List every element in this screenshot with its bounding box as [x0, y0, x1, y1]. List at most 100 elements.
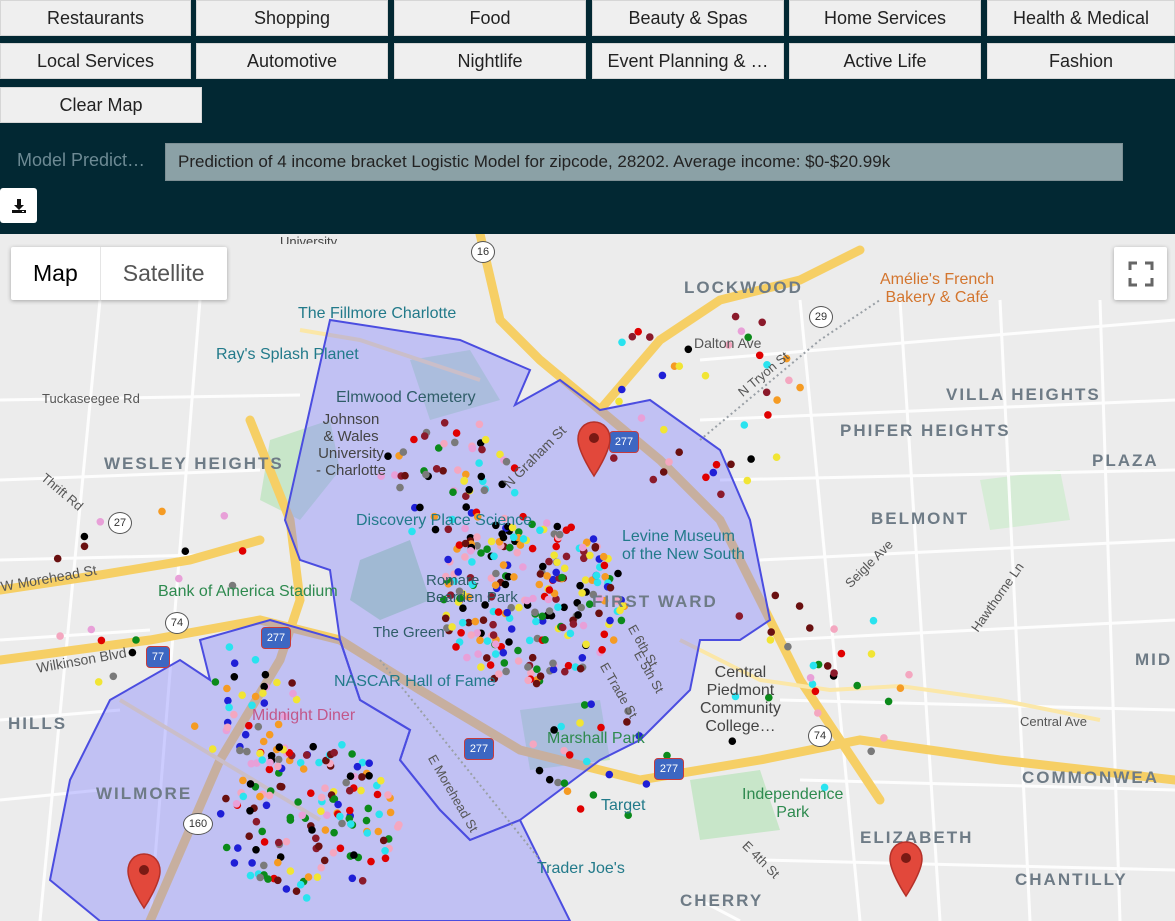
- business-point[interactable]: [543, 572, 551, 580]
- business-point[interactable]: [252, 817, 261, 826]
- business-point[interactable]: [302, 894, 311, 902]
- business-point[interactable]: [308, 826, 316, 834]
- business-point[interactable]: [727, 460, 735, 469]
- business-point[interactable]: [342, 778, 351, 787]
- business-point[interactable]: [251, 656, 260, 664]
- business-point[interactable]: [545, 586, 554, 594]
- business-point[interactable]: [80, 532, 89, 541]
- poi-target[interactable]: Target: [601, 797, 645, 815]
- business-point[interactable]: [740, 421, 749, 429]
- business-point[interactable]: [321, 784, 329, 792]
- business-point[interactable]: [468, 444, 477, 453]
- business-point[interactable]: [486, 661, 495, 669]
- business-point[interactable]: [282, 885, 291, 893]
- business-point[interactable]: [265, 765, 274, 774]
- business-point[interactable]: [536, 672, 545, 680]
- business-point[interactable]: [905, 670, 913, 679]
- business-point[interactable]: [578, 589, 586, 597]
- business-point[interactable]: [618, 338, 626, 347]
- business-point[interactable]: [362, 816, 371, 825]
- business-point[interactable]: [737, 327, 746, 336]
- business-point[interactable]: [315, 842, 323, 851]
- business-point[interactable]: [543, 519, 551, 527]
- business-point[interactable]: [538, 612, 547, 621]
- business-point[interactable]: [275, 743, 284, 751]
- business-point[interactable]: [175, 574, 183, 583]
- business-point[interactable]: [273, 678, 281, 687]
- business-point[interactable]: [545, 607, 554, 615]
- business-point[interactable]: [593, 578, 602, 587]
- business-point[interactable]: [524, 663, 532, 671]
- category-button-shopping[interactable]: Shopping: [196, 0, 388, 36]
- business-point[interactable]: [320, 856, 329, 865]
- business-point[interactable]: [265, 730, 274, 739]
- business-point[interactable]: [554, 603, 562, 611]
- business-point[interactable]: [606, 583, 615, 592]
- business-point[interactable]: [317, 807, 325, 815]
- category-button-health-medical[interactable]: Health & Medical: [987, 0, 1175, 36]
- business-point[interactable]: [246, 780, 255, 788]
- business-point[interactable]: [544, 595, 553, 604]
- business-point[interactable]: [292, 887, 301, 895]
- business-point[interactable]: [567, 523, 575, 532]
- business-point[interactable]: [334, 800, 342, 809]
- business-point[interactable]: [109, 672, 118, 681]
- poi-marshall-park[interactable]: Marshall Park: [547, 730, 645, 748]
- business-point[interactable]: [808, 680, 817, 688]
- business-point[interactable]: [702, 473, 710, 482]
- business-point[interactable]: [489, 631, 498, 639]
- download-button[interactable]: [0, 188, 37, 223]
- business-point[interactable]: [536, 526, 544, 535]
- business-point[interactable]: [330, 828, 338, 837]
- business-point[interactable]: [315, 758, 323, 767]
- business-point[interactable]: [495, 670, 503, 678]
- business-point[interactable]: [224, 696, 232, 705]
- business-point[interactable]: [505, 638, 513, 646]
- business-point[interactable]: [384, 791, 392, 799]
- business-point[interactable]: [589, 535, 598, 543]
- business-point[interactable]: [545, 557, 553, 566]
- business-point[interactable]: [416, 503, 424, 512]
- map-type-satellite-button[interactable]: Satellite: [99, 247, 227, 300]
- business-point[interactable]: [261, 670, 270, 679]
- business-point[interactable]: [658, 371, 667, 380]
- business-point[interactable]: [509, 533, 518, 542]
- poi-romare-bearden[interactable]: Romare Bearden Park: [426, 572, 518, 606]
- business-point[interactable]: [440, 419, 449, 427]
- business-point[interactable]: [589, 791, 598, 799]
- business-point[interactable]: [296, 880, 305, 889]
- business-point[interactable]: [373, 790, 382, 799]
- business-point[interactable]: [552, 568, 560, 577]
- business-point[interactable]: [256, 792, 264, 801]
- fullscreen-button[interactable]: [1114, 247, 1167, 300]
- business-point[interactable]: [286, 816, 295, 824]
- poi-levine-museum[interactable]: Levine Museum of the New South: [622, 528, 745, 564]
- business-point[interactable]: [245, 832, 253, 840]
- business-point[interactable]: [747, 455, 755, 463]
- business-point[interactable]: [374, 827, 383, 836]
- business-point[interactable]: [259, 689, 267, 697]
- poi-trader-joes[interactable]: Trader Joe's: [537, 860, 625, 878]
- category-button-event-planning[interactable]: Event Planning & …: [592, 43, 784, 79]
- business-point[interactable]: [252, 846, 260, 854]
- business-point[interactable]: [302, 751, 311, 759]
- business-point[interactable]: [576, 664, 585, 673]
- business-point[interactable]: [500, 659, 509, 667]
- business-point[interactable]: [329, 849, 338, 857]
- business-point[interactable]: [338, 819, 346, 828]
- business-point[interactable]: [317, 793, 326, 802]
- business-point[interactable]: [220, 512, 229, 520]
- business-point[interactable]: [539, 562, 547, 571]
- category-button-restaurants[interactable]: Restaurants: [0, 0, 191, 36]
- business-point[interactable]: [230, 659, 239, 667]
- business-point[interactable]: [591, 544, 600, 552]
- business-point[interactable]: [391, 471, 399, 479]
- business-point[interactable]: [637, 414, 646, 422]
- business-point[interactable]: [499, 533, 508, 542]
- business-point[interactable]: [475, 459, 483, 467]
- business-point[interactable]: [238, 691, 246, 699]
- business-point[interactable]: [599, 552, 608, 561]
- business-point[interactable]: [578, 654, 587, 662]
- business-point[interactable]: [274, 858, 282, 867]
- business-point[interactable]: [755, 351, 764, 360]
